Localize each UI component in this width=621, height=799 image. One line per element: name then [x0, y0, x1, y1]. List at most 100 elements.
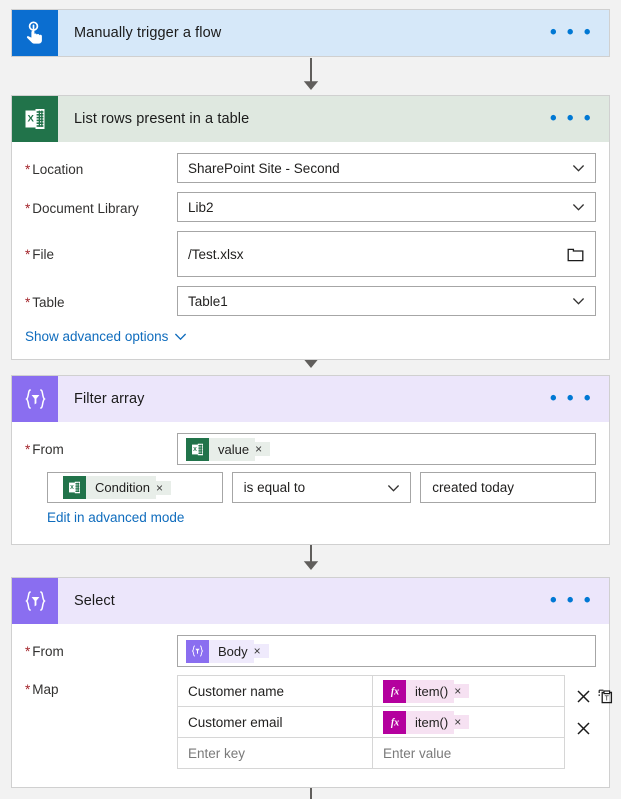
card-filter-array[interactable]: Filter array • • • * From X value × X Co…	[11, 375, 610, 545]
excel-icon: X	[186, 437, 209, 461]
condition-field-input[interactable]: X Condition ×	[47, 472, 223, 503]
field-row-map: * Map Customer name fx item() × Customer…	[25, 675, 613, 769]
svg-text:X: X	[27, 114, 34, 125]
chevron-down-icon	[175, 333, 187, 341]
table-row[interactable]: Customer email fx item() ×	[177, 706, 565, 738]
token-condition[interactable]: X Condition ×	[63, 476, 171, 499]
close-icon[interactable]	[576, 721, 591, 736]
more-commands-button-select[interactable]: • • •	[550, 578, 609, 624]
more-commands-button-trigger[interactable]: • • •	[550, 10, 609, 56]
token-label: item()	[406, 679, 455, 703]
more-commands-button-filter-array[interactable]: • • •	[550, 376, 609, 422]
chevron-down-icon	[388, 484, 400, 492]
from-input-filter-array[interactable]: X value ×	[177, 433, 596, 465]
svg-text:fx: fx	[390, 687, 398, 698]
map-row-actions-2	[576, 712, 613, 744]
token-label: value	[209, 437, 256, 461]
field-label-map: * Map	[25, 682, 59, 697]
field-row-file: * File /Test.xlsx	[25, 231, 596, 277]
field-label-location: * Location	[25, 162, 84, 177]
token-value[interactable]: X value ×	[186, 437, 271, 461]
map-value-placeholder-cell[interactable]: Enter value	[372, 737, 565, 769]
required-marker: *	[25, 442, 31, 457]
card-manual-trigger[interactable]: Manually trigger a flow • • •	[11, 9, 610, 57]
folder-icon[interactable]	[567, 246, 584, 262]
chevron-down-icon	[572, 298, 585, 305]
required-marker: *	[25, 644, 31, 659]
card-body-list-rows: * Location SharePoint Site - Second * Docu…	[12, 142, 609, 359]
table-value: Table1	[188, 293, 228, 309]
map-table: Customer name fx item() × Customer email…	[177, 675, 565, 769]
token-remove-icon[interactable]: ×	[454, 684, 470, 698]
arrow-trigger-to-excel	[303, 81, 319, 90]
required-marker: *	[25, 201, 31, 216]
field-label-from-select: * From	[25, 644, 64, 659]
table-row[interactable]: Customer name fx item() ×	[177, 675, 565, 707]
card-select[interactable]: Select • • • * From Body × * Map Custome…	[11, 577, 613, 788]
card-title-manual-trigger: Manually trigger a flow	[74, 25, 222, 41]
token-label: Body	[209, 639, 254, 663]
token-item-expression[interactable]: fx item() ×	[383, 679, 470, 703]
file-input[interactable]: /Test.xlsx	[177, 231, 596, 277]
fx-icon: fx	[383, 710, 406, 734]
field-label-table: * Table	[25, 295, 65, 310]
condition-operator-dropdown[interactable]: is equal to	[231, 472, 412, 503]
svg-text:X: X	[70, 485, 74, 491]
field-row-document-library: * Document Library Lib2	[25, 192, 596, 222]
edit-in-advanced-mode-label: Edit in advanced mode	[47, 510, 185, 525]
map-key-placeholder-cell[interactable]: Enter key	[177, 737, 373, 769]
field-label-file: * File	[25, 247, 55, 262]
condition-value-input[interactable]: created today	[420, 472, 596, 503]
token-remove-icon[interactable]: ×	[255, 442, 271, 456]
token-item-expression[interactable]: fx item() ×	[383, 710, 470, 734]
connector-trigger-to-excel	[310, 58, 312, 82]
clipboard-paste-icon[interactable]: T	[598, 689, 613, 704]
more-commands-button-list-rows[interactable]: • • •	[550, 96, 609, 142]
token-remove-icon[interactable]: ×	[454, 715, 470, 729]
chevron-down-icon	[572, 204, 585, 211]
table-dropdown[interactable]: Table1	[177, 286, 596, 316]
map-value-cell[interactable]: fx item() ×	[372, 706, 565, 738]
close-icon[interactable]	[576, 689, 591, 704]
document-library-dropdown[interactable]: Lib2	[177, 192, 596, 222]
card-header-filter-array[interactable]: Filter array • • •	[12, 376, 609, 422]
condition-operator-value: is equal to	[243, 480, 306, 495]
svg-text:X: X	[193, 447, 197, 453]
card-header-manual-trigger[interactable]: Manually trigger a flow • • •	[12, 10, 609, 56]
map-key-cell[interactable]: Customer name	[177, 675, 373, 707]
field-row-from: * From X value ×	[25, 433, 596, 465]
map-value-cell[interactable]: fx item() ×	[372, 675, 565, 707]
excel-icon: X	[63, 476, 86, 499]
show-advanced-options-link[interactable]: Show advanced options	[25, 329, 187, 344]
token-remove-icon[interactable]: ×	[253, 644, 269, 658]
filter-scope-icon	[12, 376, 58, 422]
card-title-filter-array: Filter array	[74, 391, 145, 407]
map-key-cell[interactable]: Customer email	[177, 706, 373, 738]
card-body-select: * From Body × * Map Customer name fx ite…	[12, 624, 613, 787]
token-remove-icon[interactable]: ×	[155, 480, 171, 495]
field-label-from: * From	[25, 442, 64, 457]
show-advanced-options-label: Show advanced options	[25, 329, 169, 344]
card-header-list-rows[interactable]: X List rows present in a table • • •	[12, 96, 609, 142]
edit-in-advanced-mode-link[interactable]: Edit in advanced mode	[47, 510, 184, 525]
required-marker: *	[25, 247, 31, 262]
card-title-list-rows: List rows present in a table	[74, 111, 250, 127]
card-list-rows-present-in-a-table[interactable]: X List rows present in a table • • • * Lo…	[11, 95, 610, 360]
token-label: Condition	[86, 476, 156, 499]
token-body[interactable]: Body ×	[186, 639, 269, 663]
table-row[interactable]: Enter key Enter value	[177, 737, 565, 769]
chevron-down-icon	[572, 165, 585, 172]
field-row-location: * Location SharePoint Site - Second	[25, 153, 596, 183]
location-dropdown[interactable]: SharePoint Site - Second	[177, 153, 596, 183]
required-marker: *	[25, 162, 31, 177]
scope-icon	[186, 639, 209, 663]
from-input-select[interactable]: Body ×	[177, 635, 596, 667]
filter-condition-row: X Condition × is equal to created today	[47, 472, 596, 503]
card-header-select[interactable]: Select • • •	[12, 578, 609, 624]
filter-scope-icon	[12, 578, 58, 624]
required-marker: *	[25, 295, 31, 310]
required-marker: *	[25, 682, 31, 697]
condition-value-text: created today	[432, 480, 514, 495]
file-value: /Test.xlsx	[188, 246, 244, 262]
arrow-filter-to-select	[303, 561, 319, 570]
